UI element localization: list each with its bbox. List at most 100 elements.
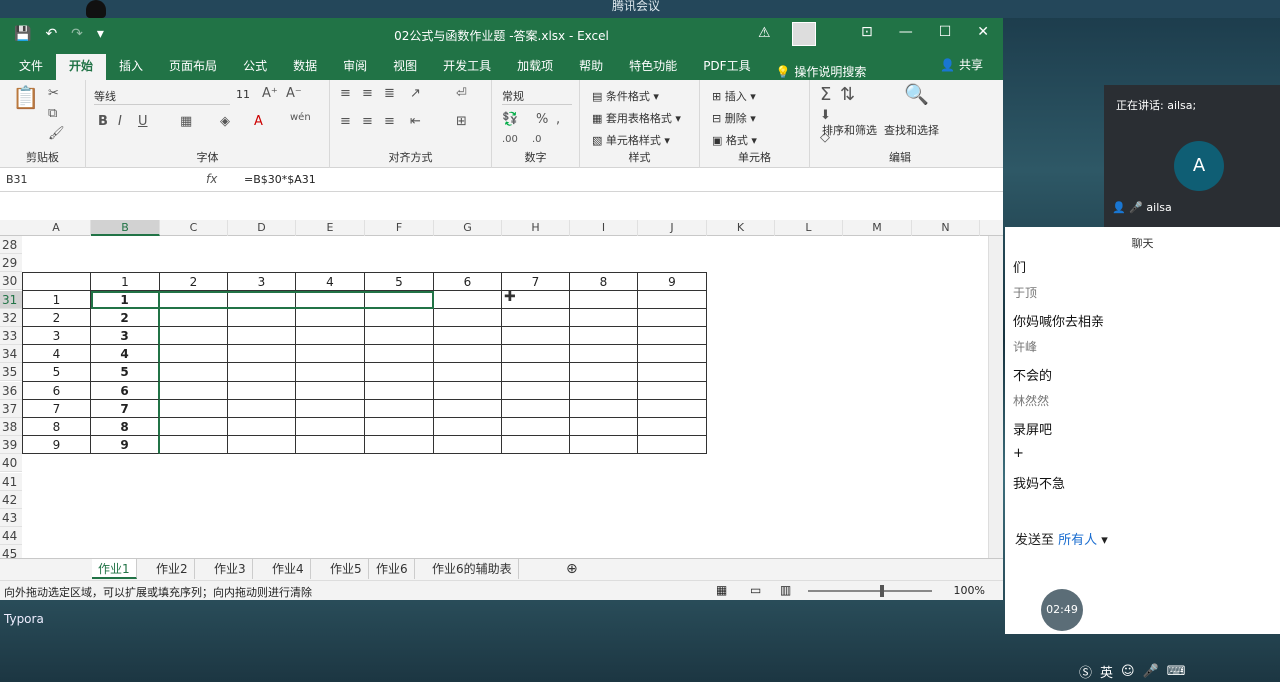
sheet-tab-5[interactable]: 作业5 (324, 559, 369, 579)
cell-G32[interactable] (434, 308, 502, 327)
cell-J30[interactable]: 9 (638, 272, 707, 291)
maximize-button[interactable]: ☐ (939, 24, 952, 40)
column-header-M[interactable]: M (843, 220, 912, 236)
row-header-41[interactable]: 41 (0, 472, 22, 491)
format-cells-button[interactable]: ▣ 格式 ▾ (712, 132, 757, 148)
column-header-F[interactable]: F (365, 220, 434, 236)
cell-G39[interactable] (434, 436, 502, 455)
tab-10[interactable]: 帮助 (566, 54, 616, 80)
cell-B37[interactable]: 7 (91, 399, 160, 418)
column-header-A[interactable]: A (22, 220, 91, 236)
sheet-tab-3[interactable]: 作业3 (208, 559, 253, 579)
cell-I30[interactable]: 8 (570, 272, 638, 291)
cell-H35[interactable] (502, 363, 570, 382)
cell-D39[interactable] (228, 436, 296, 455)
column-header-G[interactable]: G (434, 220, 502, 236)
cell-C38[interactable] (160, 418, 228, 437)
align-right-icon[interactable]: ≡ (384, 114, 395, 129)
cell-G36[interactable] (434, 381, 502, 400)
cell-E38[interactable] (296, 418, 365, 437)
minimize-button[interactable]: — (899, 24, 913, 40)
conditional-format-button[interactable]: ▤ 条件格式 ▾ (592, 88, 659, 104)
align-top-icon[interactable]: ≡ (340, 86, 351, 101)
cell-I34[interactable] (570, 345, 638, 364)
cell-E33[interactable] (296, 327, 365, 346)
warning-icon[interactable]: ⚠ (758, 25, 771, 41)
cell-B33[interactable]: 3 (91, 327, 160, 346)
normal-view-icon[interactable]: ▦ (716, 583, 727, 597)
row-header-30[interactable]: 30 (0, 272, 22, 291)
cell-D31[interactable] (228, 290, 296, 309)
find-select-button[interactable]: 查找和选择 (884, 122, 939, 138)
wrap-text-icon[interactable]: ⏎ (456, 86, 467, 101)
border-icon[interactable]: ▦ (180, 114, 192, 129)
cell-C30[interactable]: 2 (160, 272, 228, 291)
table-format-button[interactable]: ▦ 套用表格格式 ▾ (592, 110, 681, 126)
cell-J38[interactable] (638, 418, 707, 437)
ribbon-display-button[interactable]: ⊡ (861, 24, 873, 40)
cell-A30[interactable] (22, 272, 91, 291)
cell-J39[interactable] (638, 436, 707, 455)
cell-A36[interactable]: 6 (22, 381, 91, 400)
cell-C34[interactable] (160, 345, 228, 364)
cell-I33[interactable] (570, 327, 638, 346)
cell-G38[interactable] (434, 418, 502, 437)
cell-I35[interactable] (570, 363, 638, 382)
cell-H32[interactable] (502, 308, 570, 327)
keyboard-icon[interactable]: ⌨ (1167, 664, 1186, 679)
bold-icon[interactable]: B (98, 114, 108, 129)
zoom-slider[interactable] (808, 590, 932, 592)
vertical-scrollbar[interactable] (988, 236, 1003, 558)
increase-font-icon[interactable]: A⁺ (262, 86, 278, 101)
cell-E35[interactable] (296, 363, 365, 382)
find-icon[interactable]: 🔍 (904, 82, 929, 106)
row-header-42[interactable]: 42 (0, 490, 22, 509)
formula-input[interactable]: =B$30*$A31 (244, 173, 316, 186)
autosum-icon[interactable]: Σ (820, 84, 831, 105)
cell-F39[interactable] (365, 436, 434, 455)
mic-icon[interactable]: 🎤 (1143, 664, 1159, 679)
sheet-tab-2[interactable]: 作业2 (150, 559, 195, 579)
cell-C31[interactable] (160, 290, 228, 309)
cell-I31[interactable] (570, 290, 638, 309)
cell-I37[interactable] (570, 399, 638, 418)
cell-J35[interactable] (638, 363, 707, 382)
merge-center-icon[interactable]: ⊞ (456, 114, 467, 129)
column-header-E[interactable]: E (296, 220, 365, 236)
number-format-select[interactable]: 常规 (502, 88, 572, 105)
cell-E32[interactable] (296, 308, 365, 327)
cell-A31[interactable]: 1 (22, 290, 91, 309)
cell-C33[interactable] (160, 327, 228, 346)
cell-D35[interactable] (228, 363, 296, 382)
cell-E34[interactable] (296, 345, 365, 364)
cell-F37[interactable] (365, 399, 434, 418)
cell-B32[interactable]: 2 (91, 308, 160, 327)
row-header-36[interactable]: 36 (0, 381, 22, 400)
paste-icon[interactable]: 📋 (12, 86, 39, 111)
cell-I39[interactable] (570, 436, 638, 455)
cell-A34[interactable]: 4 (22, 345, 91, 364)
align-middle-icon[interactable]: ≡ (362, 86, 373, 101)
cell-G34[interactable] (434, 345, 502, 364)
cell-H39[interactable] (502, 436, 570, 455)
add-sheet-icon[interactable]: ⊕ (560, 559, 584, 579)
cell-H36[interactable] (502, 381, 570, 400)
cell-A32[interactable]: 2 (22, 308, 91, 327)
row-header-37[interactable]: 37 (0, 399, 22, 418)
cell-E37[interactable] (296, 399, 365, 418)
column-header-K[interactable]: K (707, 220, 775, 236)
font-name-select[interactable]: 等线 (94, 88, 230, 105)
cell-D38[interactable] (228, 418, 296, 437)
ime-indicator[interactable]: 英 (1100, 662, 1113, 681)
cell-G30[interactable]: 6 (434, 272, 502, 291)
cell-C36[interactable] (160, 381, 228, 400)
cell-I32[interactable] (570, 308, 638, 327)
cell-A38[interactable]: 8 (22, 418, 91, 437)
tab-5[interactable]: 数据 (280, 54, 330, 80)
cell-C32[interactable] (160, 308, 228, 327)
sort-filter-button[interactable]: 排序和筛选 (822, 122, 877, 138)
zoom-level[interactable]: 100% (954, 584, 985, 597)
italic-icon[interactable]: I (118, 114, 122, 129)
sheet-tab-1[interactable]: 作业1 (92, 559, 137, 579)
cell-styles-button[interactable]: ▧ 单元格样式 ▾ (592, 132, 670, 148)
